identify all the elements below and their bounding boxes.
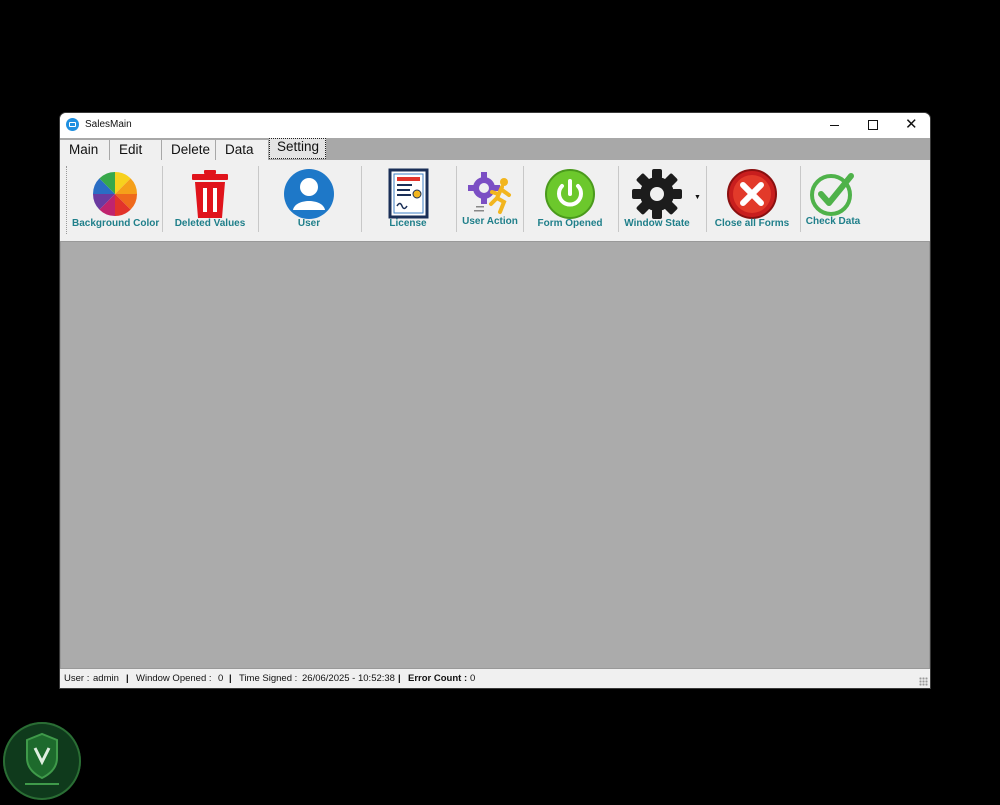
toolbar-separator (456, 166, 457, 232)
close-all-forms-label: Close all Forms (714, 218, 790, 229)
close-circle-icon (727, 169, 777, 219)
color-wheel-icon (92, 171, 138, 217)
watermark-logo (3, 722, 81, 800)
check-data-button[interactable]: Check Data (802, 166, 864, 236)
background-color-label: Background Color (72, 218, 160, 229)
status-error-count-label: Error Count : (408, 673, 468, 684)
close-icon: ✕ (905, 116, 918, 133)
user-button[interactable]: User (275, 166, 343, 236)
form-opened-button[interactable]: Form Opened (532, 166, 608, 236)
user-action-button[interactable]: User Action (460, 166, 520, 236)
status-user-label: User : (64, 673, 90, 684)
tab-data[interactable]: Data (216, 140, 268, 160)
user-icon (284, 169, 334, 219)
title-bar: SalesMain ✕ (60, 113, 930, 138)
deleted-values-label: Deleted Values (174, 218, 246, 229)
sales-main-window: SalesMain ✕ Main Edit Delete Data Settin… (60, 113, 930, 688)
user-label: User (297, 218, 321, 229)
gear-icon (632, 169, 682, 219)
power-icon (545, 169, 595, 219)
toolbar-separator (706, 166, 707, 232)
toolbar-separator (361, 166, 362, 232)
status-time-signed-value: 26/06/2025 - 10:52:38 (302, 673, 395, 684)
tab-setting[interactable]: Setting (269, 138, 326, 159)
window-title: SalesMain (85, 119, 132, 130)
window-state-button[interactable]: Window State (623, 166, 691, 236)
status-window-opened-value: 0 (218, 673, 224, 684)
status-error-count-value: 0 (470, 673, 476, 684)
toolbar-separator (523, 166, 524, 232)
status-separator: | (398, 673, 401, 684)
status-bar: User : admin | Window Opened : 0 | Time … (60, 669, 930, 688)
status-separator: | (229, 673, 232, 684)
close-window-button[interactable]: ✕ (892, 113, 930, 138)
shield-icon (25, 732, 59, 785)
license-button[interactable]: License (376, 166, 440, 236)
certificate-icon (388, 168, 429, 219)
user-action-label: User Action (462, 216, 518, 227)
check-data-label: Check Data (805, 216, 861, 227)
resize-grip[interactable] (919, 677, 928, 686)
dropdown-arrow-icon[interactable]: ▼ (694, 194, 701, 201)
menu-tab-strip: Main Edit Delete Data Setting (60, 138, 930, 160)
maximize-button[interactable] (854, 113, 892, 138)
toolbar-separator (162, 166, 163, 232)
window-state-label: Window State (624, 218, 690, 229)
toolbar-grip[interactable] (66, 166, 69, 234)
toolbar-separator (800, 166, 801, 232)
toolbar-ribbon: Background Color Deleted Values User Lic… (60, 160, 930, 242)
status-time-signed-label: Time Signed : (239, 673, 298, 684)
status-separator: | (126, 673, 129, 684)
background-color-button[interactable]: Background Color (72, 166, 160, 236)
toolbar-separator (618, 166, 619, 232)
maximize-icon (868, 120, 878, 130)
status-window-opened-label: Window Opened : (136, 673, 212, 684)
app-icon (66, 118, 79, 131)
mdi-client-area[interactable] (60, 241, 930, 669)
minimize-button[interactable] (816, 113, 854, 138)
form-opened-label: Form Opened (537, 218, 603, 229)
license-label: License (389, 218, 427, 229)
close-all-forms-button[interactable]: Close all Forms (713, 166, 791, 236)
trash-icon (192, 170, 228, 218)
toolbar-separator (258, 166, 259, 232)
minimize-icon (830, 125, 839, 126)
deleted-values-button[interactable]: Deleted Values (168, 166, 252, 236)
tab-delete[interactable]: Delete (162, 140, 215, 160)
tab-main[interactable]: Main (60, 140, 109, 160)
check-icon (810, 173, 854, 216)
user-action-icon (468, 172, 511, 214)
status-user-value: admin (93, 673, 119, 684)
tab-edit[interactable]: Edit (110, 140, 161, 160)
